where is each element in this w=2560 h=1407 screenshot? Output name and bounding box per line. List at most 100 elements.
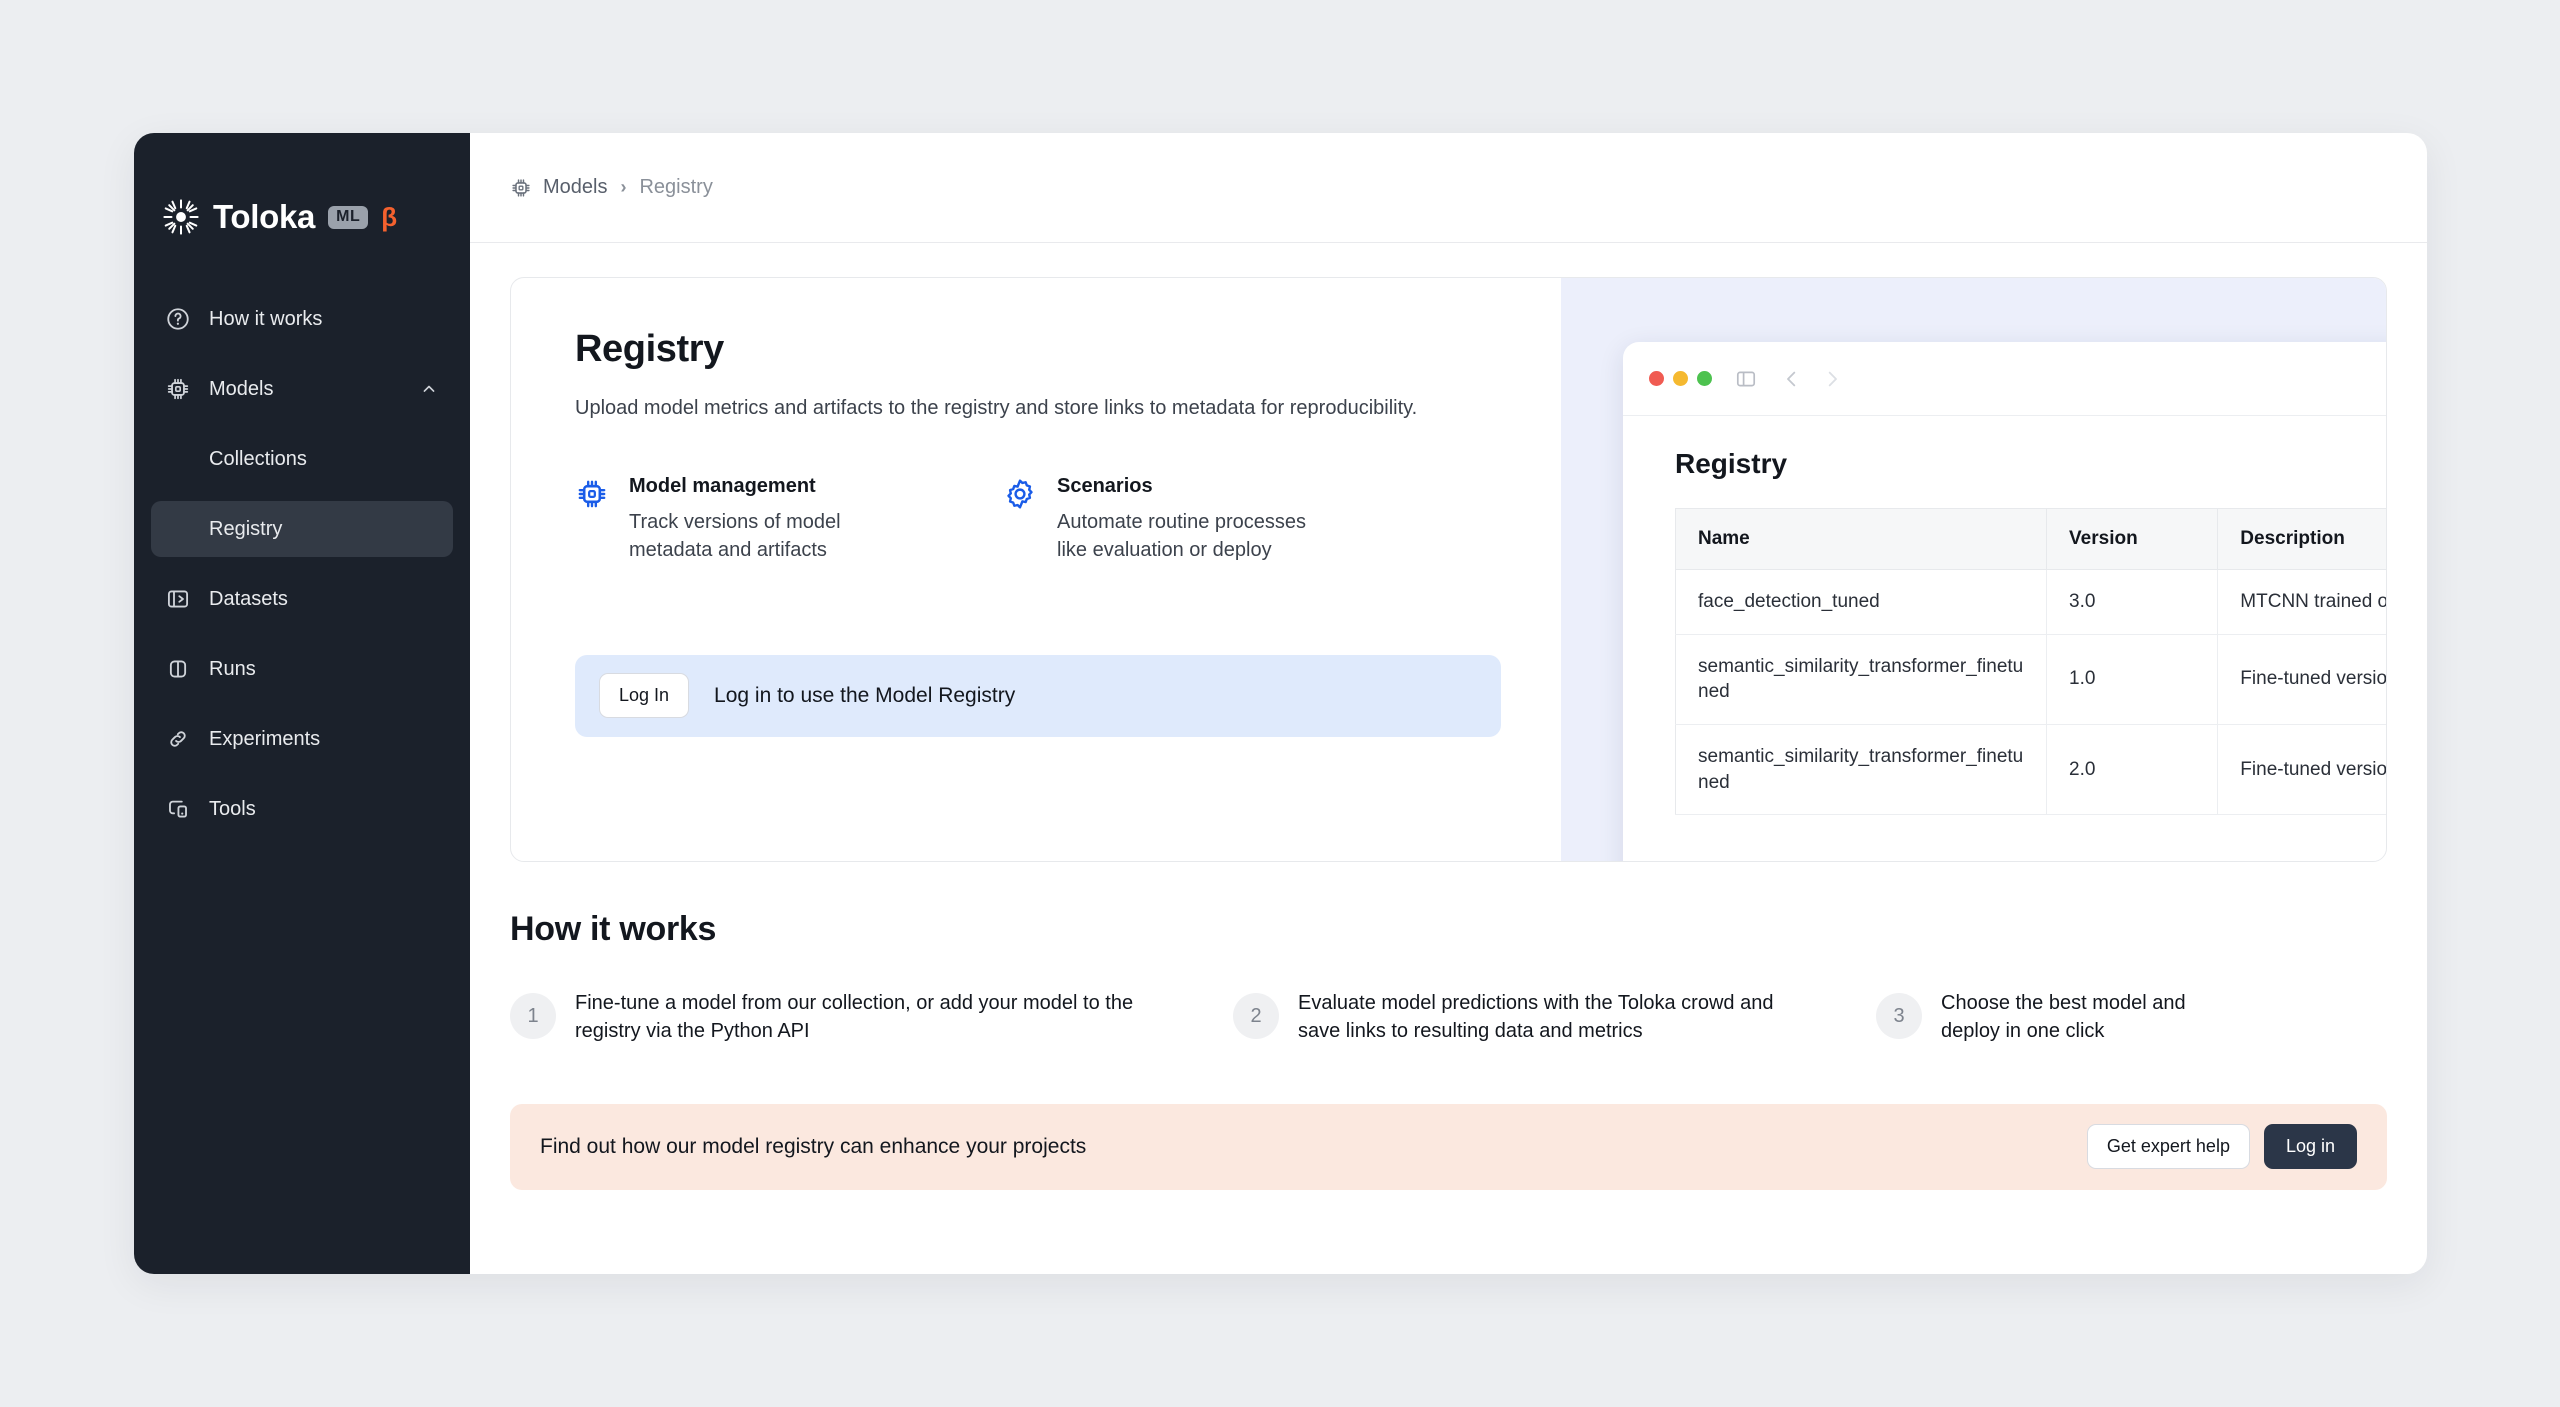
brand-ml-badge: ML	[328, 205, 369, 229]
cell-version: 1.0	[2046, 634, 2219, 725]
brand-beta-badge: β	[381, 202, 398, 232]
step-number: 2	[1233, 993, 1279, 1039]
cell-name: semantic_similarity_transformer_finetune…	[1675, 634, 2048, 725]
datasets-icon	[167, 590, 189, 608]
sidebar-item-label: Collections	[209, 447, 307, 470]
breadcrumb-current: Registry	[639, 176, 712, 199]
cell-description: Fine-tuned version of Microsoft MPNet	[2217, 634, 2386, 725]
login-banner: Log In Log in to use the Model Registry	[575, 654, 1501, 737]
sidebar-item-registry[interactable]: Registry	[151, 501, 453, 557]
feature-list: Model management Track versions of model…	[575, 475, 1501, 565]
get-expert-help-button[interactable]: Get expert help	[2086, 1124, 2250, 1170]
sidebar-item-datasets[interactable]: Datasets	[151, 571, 453, 627]
registry-preview-table: Name Version Description face_detection_…	[1675, 508, 2386, 816]
sidebar-item-how-it-works[interactable]: How it works	[151, 291, 453, 347]
browser-toolbar	[1623, 342, 2386, 416]
hero-left-panel: Registry Upload model metrics and artifa…	[511, 278, 1561, 861]
feature-title: Scenarios	[1057, 475, 1153, 497]
feature-scenarios: Scenarios Automate routine processes lik…	[1003, 475, 1333, 565]
sidebar-item-models[interactable]: Models	[151, 361, 453, 417]
sidebar-item-label: Tools	[209, 797, 256, 820]
cell-version: 3.0	[2046, 569, 2219, 635]
table-row: face_detection_tuned 3.0 MTCNN trained o…	[1675, 569, 2386, 635]
breadcrumb: Models › Registry	[510, 176, 713, 199]
feature-desc: Track versions of model metadata and art…	[629, 511, 841, 562]
feature-title: Model management	[629, 475, 816, 497]
column-header-version: Version	[2046, 508, 2219, 570]
step-number: 3	[1876, 993, 1922, 1039]
sidebar-item-collections[interactable]: Collections	[151, 431, 453, 487]
sidebar-item-label: Datasets	[209, 587, 288, 610]
cell-name: semantic_similarity_transformer_finetune…	[1675, 724, 2048, 816]
breadcrumb-parent-label: Models	[543, 176, 608, 198]
sidebar-nav: How it works Models Collections Registry…	[134, 255, 470, 837]
step-text: Fine-tune a model from our collection, o…	[575, 992, 1134, 1043]
browser-content: Registry Name Version Description face_d…	[1623, 416, 2386, 816]
table-row: semantic_similarity_transformer_finetune…	[1675, 724, 2386, 816]
sidebar: Toloka ML β How it works Models Collecti…	[134, 133, 470, 1274]
cpu-chip-icon	[578, 480, 606, 508]
maximize-dot-icon	[1697, 371, 1712, 386]
cta-text: Find out how our model registry can enha…	[540, 1134, 1087, 1158]
chevron-right-icon	[1828, 371, 1837, 386]
minimize-dot-icon	[1673, 371, 1688, 386]
runs-icon	[169, 660, 187, 678]
chevron-left-icon	[1787, 371, 1796, 386]
step-number: 1	[510, 993, 556, 1039]
cta-banner: Find out how our model registry can enha…	[510, 1103, 2387, 1190]
breadcrumb-models[interactable]: Models	[510, 176, 607, 199]
sidebar-item-label: Runs	[209, 657, 256, 680]
tools-icon	[169, 800, 187, 818]
cell-version: 2.0	[2046, 724, 2219, 816]
breadcrumb-separator-icon: ›	[620, 177, 627, 197]
column-header-name: Name	[1675, 508, 2048, 570]
question-circle-icon	[167, 308, 189, 330]
sidebar-item-label: Models	[209, 377, 274, 400]
step-3: 3 Choose the best model and deploy in on…	[1876, 989, 2241, 1046]
page-content: Registry Upload model metrics and artifa…	[470, 243, 2427, 1274]
step-1: 1 Fine-tune a model from our collection,…	[510, 989, 1175, 1046]
experiments-icon	[170, 731, 186, 747]
feature-model-management: Model management Track versions of model…	[575, 475, 905, 565]
sidebar-item-label: Registry	[209, 517, 283, 540]
registry-hero-card: Registry Upload model metrics and artifa…	[510, 277, 2387, 862]
table-row: semantic_similarity_transformer_finetune…	[1675, 634, 2386, 725]
topbar: Models › Registry	[470, 133, 2427, 243]
main-area: Models › Registry Registry Upload model …	[470, 133, 2427, 1274]
browser-nav	[1780, 367, 1844, 391]
sidebar-item-tools[interactable]: Tools	[151, 781, 453, 837]
step-text: Evaluate model predictions with the Tolo…	[1298, 992, 1774, 1043]
cell-name: face_detection_tuned	[1675, 569, 2048, 635]
feature-desc: Automate routine processes like evaluati…	[1057, 511, 1307, 562]
brand-name: Toloka	[213, 198, 316, 235]
cta-actions: Get expert help Log in	[2086, 1124, 2357, 1170]
close-dot-icon	[1649, 371, 1664, 386]
step-2: 2 Evaluate model predictions with the To…	[1233, 989, 1818, 1046]
window-controls	[1649, 371, 1712, 386]
browser-mockup: Registry Name Version Description face_d…	[1623, 342, 2386, 861]
sidebar-item-label: Experiments	[209, 727, 321, 750]
login-button[interactable]: Log In	[599, 673, 690, 719]
cta-login-button[interactable]: Log in	[2263, 1124, 2357, 1170]
chevron-up-icon[interactable]	[419, 379, 439, 399]
login-banner-text: Log in to use the Model Registry	[714, 683, 1016, 707]
sidebar-item-runs[interactable]: Runs	[151, 641, 453, 697]
cpu-chip-icon	[167, 378, 189, 400]
preview-title: Registry	[1675, 448, 1788, 479]
sidebar-item-label: How it works	[209, 307, 323, 330]
table-header-row: Name Version Description	[1675, 508, 2386, 570]
app-window: Toloka ML β How it works Models Collecti…	[134, 133, 2427, 1274]
sidebar-item-experiments[interactable]: Experiments	[151, 711, 453, 767]
step-text: Choose the best model and deploy in one …	[1941, 992, 2186, 1043]
cell-description: MTCNN trained on FACE and CelebA	[2217, 569, 2386, 635]
registry-preview-panel: Registry Name Version Description face_d…	[1561, 278, 2386, 861]
breadcrumb-current-label: Registry	[639, 176, 713, 198]
cpu-chip-icon	[512, 178, 530, 197]
gear-icon	[1007, 479, 1033, 509]
page-title: Registry	[575, 328, 724, 370]
how-it-works-steps: 1 Fine-tune a model from our collection,…	[510, 989, 2387, 1046]
how-it-works-title: How it works	[510, 910, 717, 948]
column-header-description: Description	[2217, 508, 2386, 570]
page-subtitle: Upload model metrics and artifacts to th…	[575, 397, 1418, 419]
brand-logo-area[interactable]: Toloka ML β	[134, 133, 470, 255]
